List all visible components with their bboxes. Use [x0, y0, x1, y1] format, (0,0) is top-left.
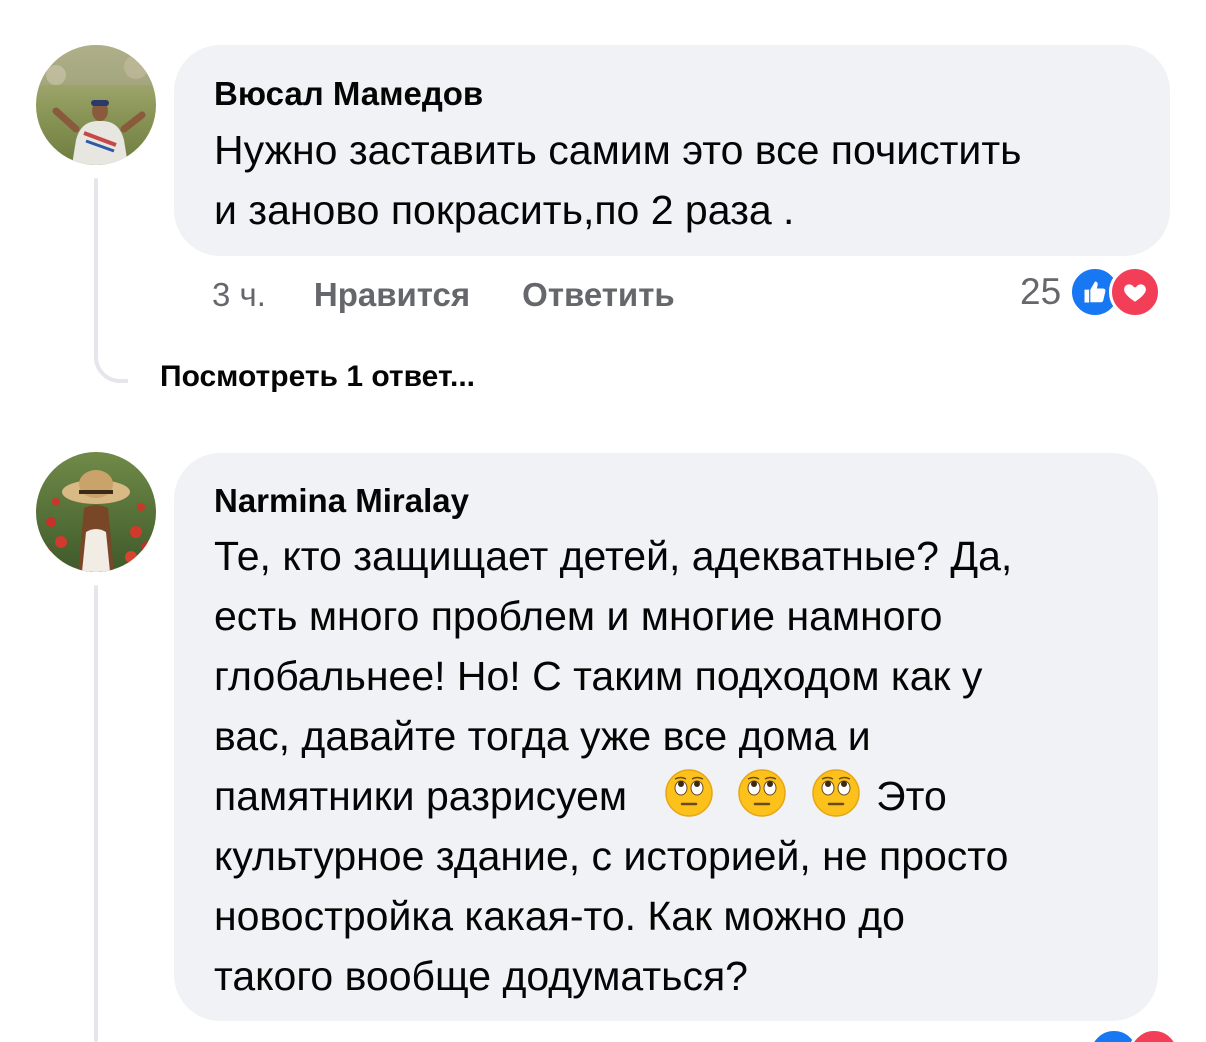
thread-connector — [94, 300, 128, 383]
comment-text-line: культурное здание, с историей, не просто — [214, 833, 1009, 879]
comment-text-line-with-emoji: памятники разрисуем Это — [214, 766, 1012, 826]
reaction-summary-partial[interactable] — [1088, 1028, 1188, 1042]
comment-author[interactable]: Вюсал Мамедов — [214, 75, 483, 113]
love-icon — [1128, 1028, 1180, 1042]
comment-text-fragment: памятники разрисуем — [214, 773, 628, 819]
heart-icon — [1124, 284, 1147, 302]
comment-text-line: новостройка какая-то. Как можно до — [214, 893, 905, 939]
comment-actions: 3 ч. Нравится Ответить — [212, 276, 675, 314]
comment-text: Нужно заставить самим это все почистить … — [214, 120, 1021, 240]
face-with-rolling-eyes-icon — [665, 769, 713, 817]
love-icon — [1109, 266, 1162, 318]
face-with-rolling-eyes-icon — [738, 769, 787, 817]
avatar-photo — [36, 45, 156, 165]
reaction-summary[interactable]: 25 — [1020, 266, 1162, 318]
comment-text-line: есть много проблем и многие намного — [214, 593, 943, 639]
reply-button[interactable]: Ответить — [522, 276, 675, 314]
comment-text-fragment: Это — [876, 773, 947, 819]
face-with-rolling-eyes-icon — [812, 769, 860, 817]
comment-author[interactable]: Narmina Miralay — [214, 482, 469, 520]
reaction-count: 25 — [1020, 271, 1062, 312]
thread-line — [94, 585, 98, 1042]
thumbs-up-icon — [1084, 281, 1106, 303]
avatar[interactable] — [36, 45, 156, 165]
comments-section: Вюсал Мамедов Нужно заставить самим это … — [0, 0, 1206, 1042]
avatar-photo — [36, 452, 156, 572]
comment-text-line: такого вообще додуматься? — [214, 953, 748, 999]
comment-text: Те, кто защищает детей, адекватные? Да, … — [214, 526, 1012, 1006]
comment-text-line: вас, давайте тогда уже все дома и — [214, 713, 871, 759]
comment-bubble[interactable]: Вюсал Мамедов Нужно заставить самим это … — [174, 45, 1170, 256]
comment-text-line: Те, кто защищает детей, адекватные? Да, — [214, 533, 1013, 579]
view-replies-link[interactable]: Посмотреть 1 ответ... — [160, 360, 475, 394]
like-button[interactable]: Нравится — [314, 276, 470, 314]
comment-text-line: Нужно заставить самим это все почистить — [214, 127, 1022, 173]
comment-text-line: и заново покрасить,по 2 раза . — [214, 187, 795, 233]
comment-bubble[interactable]: Narmina Miralay Те, кто защищает детей, … — [174, 453, 1158, 1021]
avatar[interactable] — [36, 452, 156, 572]
comment-text-line: глобальнее! Но! С таким подходом как у — [214, 653, 983, 699]
comment-timestamp[interactable]: 3 ч. — [212, 276, 266, 314]
